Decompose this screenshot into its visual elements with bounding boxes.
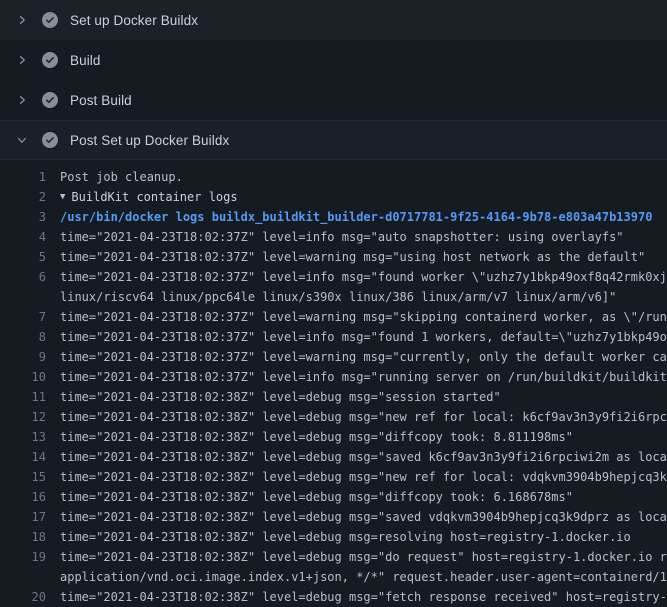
step-section-post-build[interactable]: Post Build bbox=[0, 80, 667, 120]
log-line-text: time="2021-04-23T18:02:37Z" level=info m… bbox=[60, 267, 667, 287]
step-section-label: Build bbox=[70, 53, 101, 68]
log-line-text: time="2021-04-23T18:02:37Z" level=info m… bbox=[60, 327, 667, 347]
log-line-text: time="2021-04-23T18:02:38Z" level=debug … bbox=[60, 527, 631, 547]
log-line-text: /usr/bin/docker logs buildx_buildkit_bui… bbox=[60, 207, 652, 227]
log-line: 11 time="2021-04-23T18:02:38Z" level=deb… bbox=[0, 387, 667, 407]
log-line-number[interactable] bbox=[0, 567, 46, 587]
log-line: 14 time="2021-04-23T18:02:38Z" level=deb… bbox=[0, 447, 667, 467]
log-line-number[interactable]: 10 bbox=[0, 367, 46, 387]
log-line-text: time="2021-04-23T18:02:38Z" level=debug … bbox=[60, 447, 667, 467]
log-line-number[interactable]: 7 bbox=[0, 307, 46, 327]
log-line-text: time="2021-04-23T18:02:38Z" level=debug … bbox=[60, 407, 667, 427]
log-line: 1 Post job cleanup. bbox=[0, 167, 667, 187]
log-line-number[interactable]: 5 bbox=[0, 247, 46, 267]
log-line-text: time="2021-04-23T18:02:37Z" level=warnin… bbox=[60, 247, 645, 267]
log-line-number[interactable]: 13 bbox=[0, 427, 46, 447]
log-line-text: time="2021-04-23T18:02:38Z" level=debug … bbox=[60, 427, 573, 447]
log-line-text: time="2021-04-23T18:02:37Z" level=warnin… bbox=[60, 347, 667, 367]
log-line: 12 time="2021-04-23T18:02:38Z" level=deb… bbox=[0, 407, 667, 427]
chevron-right-icon[interactable] bbox=[14, 12, 30, 28]
check-circle-icon bbox=[42, 12, 58, 28]
log-line: 2 ▼ BuildKit container logs bbox=[0, 187, 667, 207]
step-section-post-setup-docker-buildx[interactable]: Post Set up Docker Buildx bbox=[0, 120, 667, 160]
log-line: 17 time="2021-04-23T18:02:38Z" level=deb… bbox=[0, 507, 667, 527]
log-line: 13 time="2021-04-23T18:02:38Z" level=deb… bbox=[0, 427, 667, 447]
log-line: linux/riscv64 linux/ppc64le linux/s390x … bbox=[0, 287, 667, 307]
log-line: 16 time="2021-04-23T18:02:38Z" level=deb… bbox=[0, 487, 667, 507]
step-section-setup-docker-buildx[interactable]: Set up Docker Buildx bbox=[0, 0, 667, 40]
log-line-text: Post job cleanup. bbox=[60, 167, 183, 187]
log-line: 9 time="2021-04-23T18:02:37Z" level=warn… bbox=[0, 347, 667, 367]
log-line-text: application/vnd.oci.image.index.v1+json,… bbox=[60, 567, 667, 587]
log-group-chevron-icon[interactable]: ▼ bbox=[60, 187, 65, 207]
log-line: 20 time="2021-04-23T18:02:38Z" level=deb… bbox=[0, 587, 667, 607]
log-line-number[interactable]: 2 bbox=[0, 187, 46, 207]
log-lines: 1 Post job cleanup. 2 ▼ BuildKit contain… bbox=[0, 160, 667, 607]
log-line-text: linux/riscv64 linux/ppc64le linux/s390x … bbox=[60, 287, 616, 307]
log-line-number[interactable]: 15 bbox=[0, 467, 46, 487]
log-line-text: BuildKit container logs bbox=[71, 187, 237, 207]
log-line: 6 time="2021-04-23T18:02:37Z" level=info… bbox=[0, 267, 667, 287]
log-line-text: time="2021-04-23T18:02:38Z" level=debug … bbox=[60, 507, 667, 527]
log-line-text: time="2021-04-23T18:02:38Z" level=debug … bbox=[60, 387, 501, 407]
check-circle-icon bbox=[42, 132, 58, 148]
log-line-number[interactable]: 4 bbox=[0, 227, 46, 247]
check-circle-icon bbox=[42, 52, 58, 68]
chevron-down-icon[interactable] bbox=[14, 132, 30, 148]
log-line-number[interactable]: 14 bbox=[0, 447, 46, 467]
log-line: application/vnd.oci.image.index.v1+json,… bbox=[0, 567, 667, 587]
log-line-number[interactable]: 3 bbox=[0, 207, 46, 227]
chevron-right-icon[interactable] bbox=[14, 92, 30, 108]
step-section-label: Post Build bbox=[70, 93, 132, 108]
log-line: 4 time="2021-04-23T18:02:37Z" level=info… bbox=[0, 227, 667, 247]
log-line: 10 time="2021-04-23T18:02:37Z" level=inf… bbox=[0, 367, 667, 387]
log-line: 15 time="2021-04-23T18:02:38Z" level=deb… bbox=[0, 467, 667, 487]
log-line-number[interactable]: 17 bbox=[0, 507, 46, 527]
log-line-text: time="2021-04-23T18:02:38Z" level=debug … bbox=[60, 547, 667, 567]
log-line-number[interactable]: 8 bbox=[0, 327, 46, 347]
log-line: 18 time="2021-04-23T18:02:38Z" level=deb… bbox=[0, 527, 667, 547]
log-line-number[interactable]: 16 bbox=[0, 487, 46, 507]
log-line-number[interactable]: 18 bbox=[0, 527, 46, 547]
log-line-number[interactable]: 1 bbox=[0, 167, 46, 187]
log-line-text: time="2021-04-23T18:02:37Z" level=warnin… bbox=[60, 307, 667, 327]
log-line-number[interactable] bbox=[0, 287, 46, 307]
log-line: 5 time="2021-04-23T18:02:37Z" level=warn… bbox=[0, 247, 667, 267]
log-line: 19 time="2021-04-23T18:02:38Z" level=deb… bbox=[0, 547, 667, 567]
log-line-text: time="2021-04-23T18:02:37Z" level=info m… bbox=[60, 367, 667, 387]
step-section-label: Post Set up Docker Buildx bbox=[70, 133, 229, 148]
check-circle-icon bbox=[42, 92, 58, 108]
log-line: 3 /usr/bin/docker logs buildx_buildkit_b… bbox=[0, 207, 667, 227]
step-section-build[interactable]: Build bbox=[0, 40, 667, 80]
log-line: 8 time="2021-04-23T18:02:37Z" level=info… bbox=[0, 327, 667, 347]
log-line-text: time="2021-04-23T18:02:38Z" level=debug … bbox=[60, 487, 573, 507]
log-line-number[interactable]: 12 bbox=[0, 407, 46, 427]
step-section-label: Set up Docker Buildx bbox=[70, 13, 198, 28]
chevron-right-icon[interactable] bbox=[14, 52, 30, 68]
log-line-text: time="2021-04-23T18:02:38Z" level=debug … bbox=[60, 587, 667, 607]
log-line-number[interactable]: 11 bbox=[0, 387, 46, 407]
log-line: 7 time="2021-04-23T18:02:37Z" level=warn… bbox=[0, 307, 667, 327]
log-line-number[interactable]: 9 bbox=[0, 347, 46, 367]
log-line-text: time="2021-04-23T18:02:38Z" level=debug … bbox=[60, 467, 667, 487]
log-line-number[interactable]: 20 bbox=[0, 587, 46, 607]
log-line-number[interactable]: 19 bbox=[0, 547, 46, 567]
log-line-text: time="2021-04-23T18:02:37Z" level=info m… bbox=[60, 227, 624, 247]
log-line-number[interactable]: 6 bbox=[0, 267, 46, 287]
